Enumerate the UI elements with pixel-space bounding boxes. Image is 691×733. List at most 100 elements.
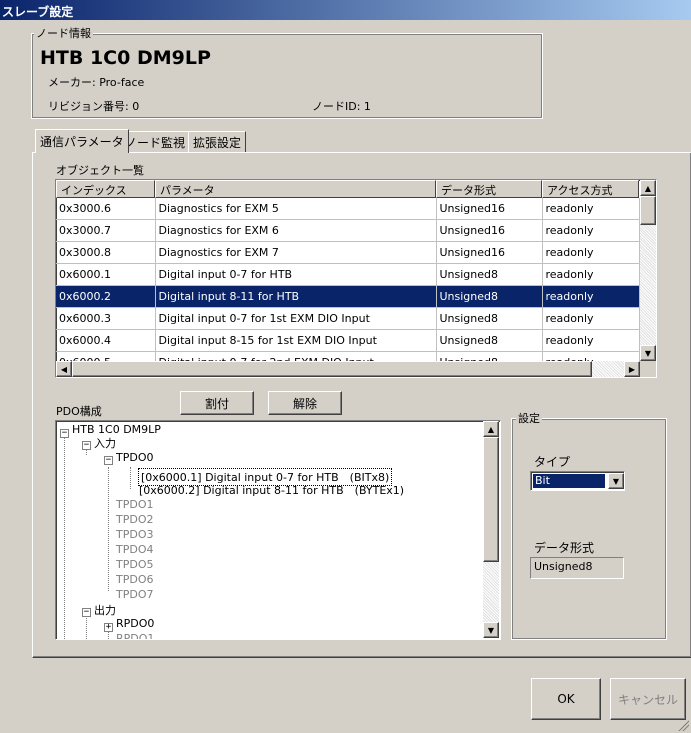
tree-input[interactable]: 入力	[94, 435, 116, 451]
pdo-tree[interactable]: − HTB 1C0 DM9LP − 入力 − TPDO0 [0x6000.1] …	[55, 420, 501, 640]
ok-button[interactable]: OK	[531, 678, 601, 720]
cell-index: 0x3000.6	[56, 198, 156, 220]
scroll-right-button[interactable]: ▶	[624, 361, 640, 377]
tab-node-monitor[interactable]: ノード監視	[120, 131, 191, 152]
resize-grip-icon[interactable]	[677, 719, 689, 731]
arrow-right-icon: ▶	[628, 364, 636, 374]
pdo-label: PDO構成	[56, 405, 102, 418]
tab-comm-params[interactable]: 通信パラメータ	[35, 129, 129, 153]
maker-label: メーカー: Pro-face	[48, 76, 145, 89]
scroll-down-button[interactable]: ▼	[640, 345, 656, 361]
table-row[interactable]: 0x3000.8 Diagnostics for EXM 7 Unsigned16 r…	[56, 241, 640, 264]
collapse-tpdo0-icon[interactable]: −	[104, 456, 113, 465]
cell-access: readonly	[542, 263, 640, 286]
cell-type: Unsigned8	[436, 307, 543, 330]
cell-access: readonly	[542, 329, 640, 352]
tree-scroll-down-button[interactable]: ▼	[483, 622, 499, 638]
cell-param: Digital input 0-7 for HTB	[155, 263, 437, 286]
tree-tpdo0[interactable]: TPDO0	[116, 451, 153, 464]
cell-type: Unsigned8	[436, 285, 543, 308]
cell-param: Diagnostics for EXM 5	[155, 198, 437, 220]
device-name: HTB 1C0 DM9LP	[40, 47, 211, 69]
object-list-vscroll[interactable]: ▲ ▼	[640, 180, 656, 361]
tree-scroll-thumb[interactable]	[483, 437, 499, 562]
cell-type: Unsigned16	[436, 198, 543, 220]
tree-rpdo0[interactable]: RPDO0	[116, 617, 154, 630]
window-title: スレーブ設定	[0, 0, 691, 20]
cancel-button[interactable]: キャンセル	[610, 678, 686, 720]
object-list-label: オブジェクト一覧	[56, 164, 144, 177]
column-header-index[interactable]: インデックス	[56, 180, 155, 198]
tree-output[interactable]: 出力	[94, 602, 116, 618]
tree-tpdo4[interactable]: TPDO4	[116, 543, 153, 556]
type-label: タイプ	[534, 455, 571, 469]
tree-tpdo3[interactable]: TPDO3	[116, 528, 153, 541]
expand-rpdo0-icon[interactable]: +	[104, 623, 113, 632]
arrow-down-icon: ▼	[487, 625, 495, 635]
scroll-corner	[640, 361, 656, 377]
cell-param: Diagnostics for EXM 6	[155, 219, 437, 242]
table-row[interactable]: 0x3000.7 Diagnostics for EXM 6 Unsigned16 r…	[56, 219, 640, 242]
collapse-input-icon[interactable]: −	[82, 441, 91, 450]
cell-access: readonly	[542, 219, 640, 242]
settings-legend: 設定	[516, 410, 542, 426]
tree-tpdo2[interactable]: TPDO2	[116, 513, 153, 526]
revision-label: リビジョン番号: 0	[48, 100, 140, 113]
cell-access: readonly	[542, 198, 640, 220]
pdo-tree-vscroll[interactable]: ▲ ▼	[483, 421, 499, 638]
tab-extended-settings[interactable]: 拡張設定	[188, 131, 247, 152]
settings-group	[511, 418, 667, 640]
table-header: インデックス パラメータ データ形式 アクセス方式	[56, 180, 639, 198]
tree-tpdo7[interactable]: TPDO7	[116, 588, 153, 601]
tree-tpdo5[interactable]: TPDO5	[116, 558, 153, 571]
remove-button[interactable]: 解除	[268, 391, 342, 415]
table-row[interactable]: 0x6000.1 Digital input 0-7 for HTB Unsigne…	[56, 263, 640, 286]
tree-tpdo6[interactable]: TPDO6	[116, 573, 153, 586]
tree-entry[interactable]: [0x6000.2] Digital input 8-11 for HTB (B…	[139, 482, 404, 498]
column-header-param[interactable]: パラメータ	[155, 180, 436, 198]
cell-index: 0x6000.3	[56, 307, 156, 330]
tree-line-entries	[130, 467, 131, 489]
cell-param: Digital input 0-7 for 1st EXM DIO Input	[155, 307, 437, 330]
tree-scroll-up-button[interactable]: ▲	[483, 421, 499, 437]
cell-param: Digital input 8-15 for 1st EXM DIO Input	[155, 329, 437, 352]
assign-button[interactable]: 割付	[180, 391, 254, 415]
scroll-up-button[interactable]: ▲	[640, 180, 656, 196]
cell-type: Unsigned16	[436, 219, 543, 242]
scroll-thumb[interactable]	[640, 196, 656, 225]
cell-type: Unsigned8	[436, 329, 543, 352]
column-header-access[interactable]: アクセス方式	[542, 180, 639, 198]
type-dropdown-button[interactable]: ▼	[608, 473, 624, 489]
object-list-hscroll[interactable]: ◀ ▶	[56, 361, 640, 377]
object-list-table[interactable]: インデックス パラメータ データ形式 アクセス方式 0x3000.6 Diagno…	[55, 179, 657, 378]
object-table-body: 0x3000.6 Diagnostics for EXM 5 Unsigned16 r…	[56, 198, 640, 374]
tree-line-tpdo	[108, 467, 109, 591]
cell-param: Diagnostics for EXM 7	[155, 241, 437, 264]
cell-index: 0x6000.4	[56, 329, 156, 352]
type-select[interactable]: Bit ▼	[530, 471, 625, 491]
cell-index: 0x3000.8	[56, 241, 156, 264]
chevron-down-icon: ▼	[612, 476, 620, 486]
data-format-label: データ形式	[534, 541, 595, 555]
cell-access: readonly	[542, 241, 640, 264]
table-row[interactable]: 0x3000.6 Diagnostics for EXM 5 Unsigned16 r…	[56, 198, 640, 220]
arrow-left-icon: ◀	[60, 364, 68, 374]
table-row[interactable]: 0x6000.3 Digital input 0-7 for 1st EXM DI…	[56, 307, 640, 330]
arrow-up-icon: ▲	[487, 424, 495, 434]
scroll-left-button[interactable]: ◀	[56, 361, 72, 377]
collapse-root-icon[interactable]: −	[60, 429, 69, 438]
arrow-down-icon: ▼	[644, 348, 652, 358]
arrow-up-icon: ▲	[644, 183, 652, 193]
table-row[interactable]: 0x6000.2 Digital input 8-11 for HTB Unsign…	[56, 285, 640, 308]
cell-index: 0x6000.2	[56, 285, 156, 308]
collapse-output-icon[interactable]: −	[82, 608, 91, 617]
table-row[interactable]: 0x6000.4 Digital input 8-15 for 1st EXM D…	[56, 329, 640, 352]
node-id-label: ノードID: 1	[312, 100, 371, 113]
cell-access: readonly	[542, 307, 640, 330]
column-header-type[interactable]: データ形式	[436, 180, 542, 198]
cell-index: 0x3000.7	[56, 219, 156, 242]
tree-tpdo1[interactable]: TPDO1	[116, 498, 153, 511]
tree-rpdo1[interactable]: RPDO1	[116, 632, 154, 639]
tree-root[interactable]: HTB 1C0 DM9LP	[72, 423, 161, 436]
hscroll-thumb[interactable]	[72, 361, 592, 377]
